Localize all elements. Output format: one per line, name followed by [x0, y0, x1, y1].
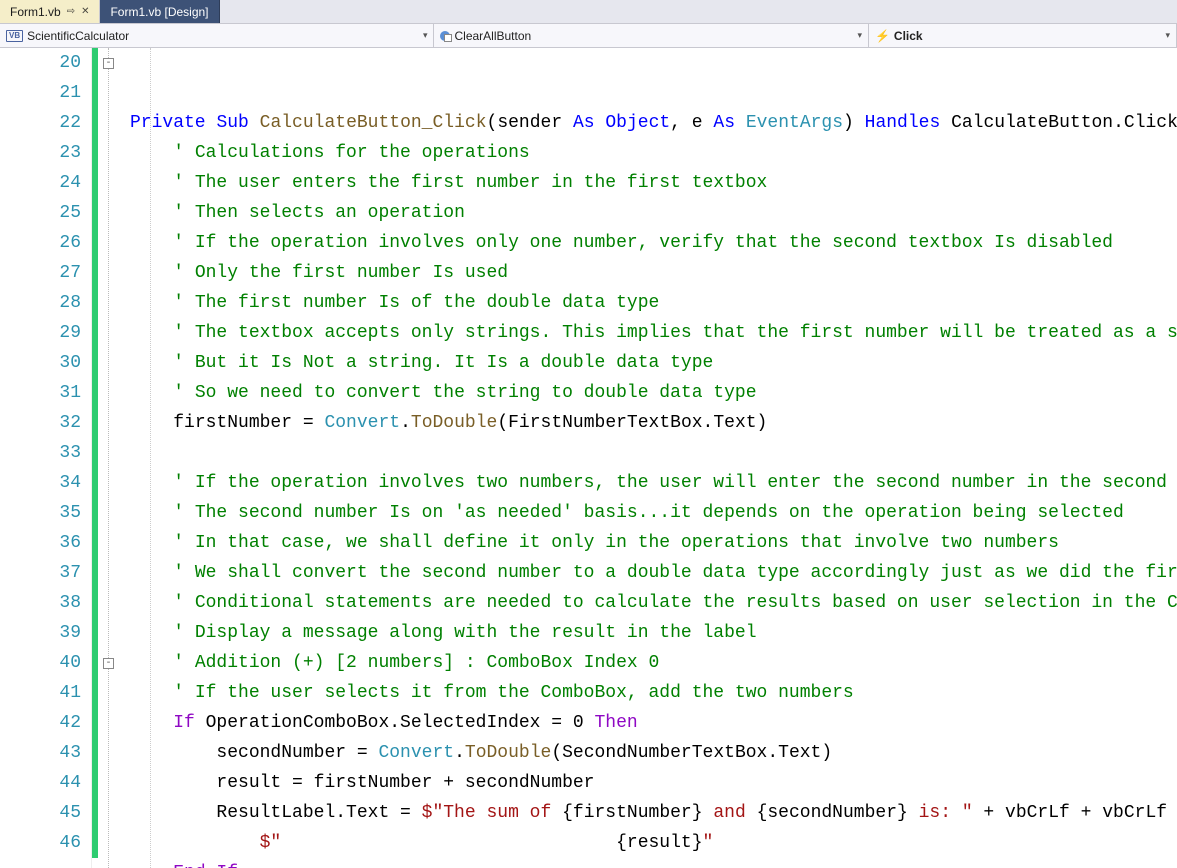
- line-number: 41: [0, 678, 81, 708]
- fold-toggle[interactable]: -: [103, 658, 114, 669]
- code-line[interactable]: ' If the operation involves two numbers,…: [130, 468, 1177, 498]
- line-number: 30: [0, 348, 81, 378]
- code-line[interactable]: ' The first number Is of the double data…: [130, 288, 1177, 318]
- code-line[interactable]: result = firstNumber + secondNumber: [130, 768, 1177, 798]
- line-number: 42: [0, 708, 81, 738]
- tab-form1-vb-design[interactable]: Form1.vb [Design]: [100, 0, 219, 23]
- tab-form1-vb[interactable]: Form1.vb ⇨ ✕: [0, 0, 100, 23]
- line-number: 34: [0, 468, 81, 498]
- code-line[interactable]: ' So we need to convert the string to do…: [130, 378, 1177, 408]
- line-number: 32: [0, 408, 81, 438]
- event-name: Click: [894, 29, 923, 43]
- line-number: 29: [0, 318, 81, 348]
- project-dropdown[interactable]: VB ScientificCalculator ▾: [0, 24, 434, 47]
- code-line[interactable]: [130, 438, 1177, 468]
- line-number: 33: [0, 438, 81, 468]
- code-line[interactable]: ' Display a message along with the resul…: [130, 618, 1177, 648]
- code-line[interactable]: ' If the operation involves only one num…: [130, 228, 1177, 258]
- code-line[interactable]: Private Sub CalculateButton_Click(sender…: [130, 108, 1177, 138]
- line-number: 35: [0, 498, 81, 528]
- line-number: 28: [0, 288, 81, 318]
- code-line[interactable]: ' Then selects an operation: [130, 198, 1177, 228]
- code-line[interactable]: secondNumber = Convert.ToDouble(SecondNu…: [130, 738, 1177, 768]
- object-icon: [440, 31, 450, 41]
- line-number: 36: [0, 528, 81, 558]
- code-line[interactable]: ' Addition (+) [2 numbers] : ComboBox In…: [130, 648, 1177, 678]
- line-number: 22: [0, 108, 81, 138]
- code-line[interactable]: ' Calculations for the operations: [130, 138, 1177, 168]
- code-area[interactable]: Private Sub CalculateButton_Click(sender…: [128, 48, 1177, 868]
- code-line[interactable]: ' In that case, we shall define it only …: [130, 528, 1177, 558]
- code-line[interactable]: $" {result}": [130, 828, 1177, 858]
- outline-column: --: [98, 48, 128, 868]
- code-line[interactable]: ' The textbox accepts only strings. This…: [130, 318, 1177, 348]
- chevron-down-icon: ▾: [857, 30, 862, 41]
- line-number: 21: [0, 78, 81, 108]
- code-line[interactable]: ' Only the first number Is used: [130, 258, 1177, 288]
- line-number: 26: [0, 228, 81, 258]
- code-line[interactable]: ' The user enters the first number in th…: [130, 168, 1177, 198]
- chevron-down-icon: ▾: [423, 30, 428, 41]
- code-line[interactable]: ' We shall convert the second number to …: [130, 558, 1177, 588]
- code-line[interactable]: End If: [130, 858, 1177, 868]
- code-line[interactable]: ResultLabel.Text = $"The sum of {firstNu…: [130, 798, 1177, 828]
- line-number: 20: [0, 48, 81, 78]
- tab-label: Form1.vb [Design]: [110, 5, 208, 19]
- line-number: 38: [0, 588, 81, 618]
- line-number: 37: [0, 558, 81, 588]
- line-number: 39: [0, 618, 81, 648]
- line-number: 43: [0, 738, 81, 768]
- line-number: 45: [0, 798, 81, 828]
- tab-label: Form1.vb: [10, 5, 61, 19]
- project-name: ScientificCalculator: [27, 29, 129, 43]
- line-number: 23: [0, 138, 81, 168]
- line-number: 31: [0, 378, 81, 408]
- line-number: 25: [0, 198, 81, 228]
- line-number: 44: [0, 768, 81, 798]
- code-line[interactable]: firstNumber = Convert.ToDouble(FirstNumb…: [130, 408, 1177, 438]
- line-number: 40: [0, 648, 81, 678]
- code-editor[interactable]: 2021222324252627282930313233343536373839…: [0, 48, 1177, 868]
- lightning-icon: ⚡: [875, 29, 890, 43]
- fold-toggle[interactable]: -: [103, 58, 114, 69]
- line-number-gutter: 2021222324252627282930313233343536373839…: [0, 48, 92, 868]
- code-line[interactable]: If OperationComboBox.SelectedIndex = 0 T…: [130, 708, 1177, 738]
- close-icon[interactable]: ✕: [81, 6, 89, 17]
- member-name: ClearAllButton: [454, 29, 531, 43]
- member-dropdown[interactable]: ClearAllButton ▾: [434, 24, 868, 47]
- line-number: 46: [0, 828, 81, 858]
- code-line[interactable]: ' The second number Is on 'as needed' ba…: [130, 498, 1177, 528]
- line-number: 24: [0, 168, 81, 198]
- tab-strip: Form1.vb ⇨ ✕ Form1.vb [Design]: [0, 0, 1177, 24]
- code-line[interactable]: ' If the user selects it from the ComboB…: [130, 678, 1177, 708]
- event-dropdown[interactable]: ⚡ Click ▾: [869, 24, 1177, 47]
- line-number: 27: [0, 258, 81, 288]
- vb-icon: VB: [6, 30, 23, 42]
- navigation-bar: VB ScientificCalculator ▾ ClearAllButton…: [0, 24, 1177, 48]
- code-line[interactable]: ' But it Is Not a string. It Is a double…: [130, 348, 1177, 378]
- code-line[interactable]: ' Conditional statements are needed to c…: [130, 588, 1177, 618]
- pin-icon[interactable]: ⇨: [67, 6, 75, 17]
- chevron-down-icon: ▾: [1165, 30, 1170, 41]
